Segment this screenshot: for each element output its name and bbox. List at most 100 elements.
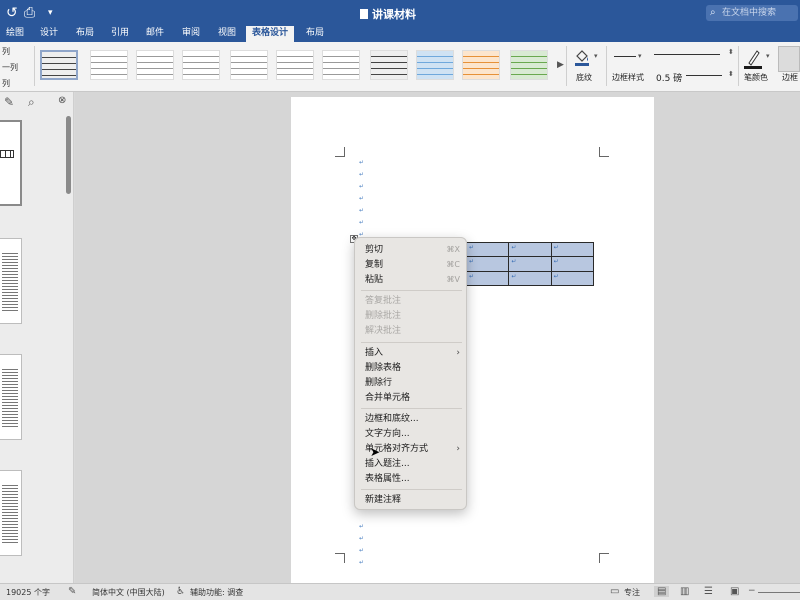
- focus-button[interactable]: 专注: [624, 587, 640, 598]
- ribbon: 列 一列 列 ▶ ▾ 底纹 ▾ 边框样式 ⬍ 0.5 磅 ⬍ ▾ 笔颜色 边框: [0, 42, 800, 92]
- menu-item-insert-caption[interactable]: 插入题注...: [355, 457, 468, 471]
- page-thumbnail[interactable]: [0, 470, 22, 556]
- pen-icon[interactable]: [746, 48, 760, 66]
- table-style-thumb[interactable]: [416, 50, 454, 80]
- table-row: ↵ ↵ ↵: [465, 256, 595, 272]
- page-thumbnail[interactable]: [0, 120, 22, 206]
- tab-view[interactable]: 视图: [212, 26, 242, 42]
- accessibility-status[interactable]: 辅助功能: 调查: [190, 587, 243, 598]
- table-style-thumb[interactable]: [182, 50, 220, 80]
- tab-table-layout[interactable]: 布局: [300, 26, 330, 42]
- table-row: ↵ ↵ ↵: [465, 241, 595, 258]
- close-icon[interactable]: ⊗: [58, 95, 66, 106]
- menu-item-insert[interactable]: 插入 ›: [355, 346, 468, 360]
- print-icon[interactable]: ⎙: [24, 5, 35, 21]
- document-table[interactable]: ↵ ↵ ↵ ↵ ↵ ↵ ↵ ↵ ↵: [465, 241, 595, 287]
- document-page[interactable]: ↵ ↵ ↵ ↵ ↵ ↵ ↵ ↵ ↵ ↵ ↵ ✥ ↵ ↵ ↵ ↵ ↵ ↵ ↵ ↵ …: [291, 97, 654, 583]
- menu-item-new-comment[interactable]: 新建注释: [355, 493, 468, 507]
- customize-toolbar-icon[interactable]: ▾: [48, 8, 53, 18]
- tab-references[interactable]: 引用: [105, 26, 135, 42]
- navigation-scrollbar[interactable]: [66, 116, 71, 194]
- border-style-label: 边框样式: [612, 73, 644, 82]
- table-cell[interactable]: ↵: [550, 241, 595, 258]
- read-mode-icon[interactable]: ▣: [730, 586, 739, 597]
- tab-review[interactable]: 审阅: [176, 26, 206, 42]
- proofing-icon[interactable]: ✎: [68, 586, 76, 597]
- table-cell[interactable]: ↵: [508, 270, 552, 287]
- page-thumbnail[interactable]: [0, 354, 22, 440]
- word-count[interactable]: 19025 个字: [6, 587, 50, 598]
- table-style-thumb[interactable]: [370, 50, 408, 80]
- paragraph-mark: ↵: [359, 547, 365, 554]
- banded-column-option[interactable]: 列: [2, 78, 10, 89]
- edit-icon[interactable]: ✎: [4, 95, 14, 109]
- table-style-thumb[interactable]: [510, 50, 548, 80]
- table-cell[interactable]: ↵: [508, 256, 552, 272]
- table-style-thumb[interactable]: [462, 50, 500, 80]
- menu-item-text-direction[interactable]: 文字方向...: [355, 427, 468, 441]
- pen-color-swatch[interactable]: [744, 66, 762, 69]
- web-layout-icon[interactable]: ▥: [680, 586, 689, 597]
- document-icon: [360, 9, 368, 19]
- table-style-thumb[interactable]: [40, 50, 78, 80]
- first-column-option[interactable]: 一列: [2, 62, 18, 73]
- more-styles-arrow-icon[interactable]: ▶: [557, 60, 564, 70]
- table-style-thumb[interactable]: [230, 50, 268, 80]
- line-style-sample[interactable]: [654, 54, 720, 55]
- menu-item-paste[interactable]: 粘贴 ⌘V: [355, 273, 468, 287]
- focus-icon[interactable]: ▭: [610, 586, 619, 597]
- print-layout-icon[interactable]: ▤: [654, 586, 670, 597]
- pen-color-label: 笔颜色: [744, 73, 768, 82]
- table-style-thumb[interactable]: [276, 50, 314, 80]
- header-row-option[interactable]: 列: [2, 46, 10, 57]
- zoom-slider[interactable]: [758, 592, 800, 593]
- table-style-thumb[interactable]: [90, 50, 128, 80]
- table-cell[interactable]: ↵: [465, 256, 510, 272]
- search-input[interactable]: ⌕ 在文档中搜索: [706, 5, 798, 21]
- border-style-sample[interactable]: [614, 56, 636, 57]
- table-cell[interactable]: ↵: [465, 241, 510, 258]
- language-status[interactable]: 简体中文 (中国大陆): [92, 587, 165, 598]
- line-style-dropdown-icon[interactable]: ⬍: [728, 48, 734, 56]
- borders-button[interactable]: [778, 46, 800, 72]
- tab-draw[interactable]: 绘图: [0, 26, 30, 42]
- undo-icon[interactable]: ↺: [6, 5, 18, 21]
- menu-item-borders-shading[interactable]: 边框和底纹...: [355, 412, 468, 426]
- table-cell[interactable]: ↵: [550, 256, 595, 272]
- margin-corner-mark: [335, 553, 345, 563]
- accessibility-icon[interactable]: ♿: [176, 586, 185, 597]
- table-cell[interactable]: ↵: [550, 270, 595, 287]
- tab-design[interactable]: 设计: [34, 26, 64, 42]
- ribbon-separator: [606, 46, 607, 86]
- mouse-pointer-icon: ➤: [370, 445, 381, 459]
- table-style-thumb[interactable]: [322, 50, 360, 80]
- zoom-out-icon[interactable]: −: [748, 586, 756, 596]
- outline-view-icon[interactable]: ☰: [704, 586, 713, 597]
- menu-item-delete-comment: 删除批注: [365, 311, 402, 321]
- menu-item-cut[interactable]: 剪切 ⌘X: [355, 243, 468, 257]
- shading-label: 底纹: [576, 73, 592, 82]
- border-style-dropdown-icon[interactable]: ▾: [638, 52, 642, 60]
- line-width-value[interactable]: 0.5 磅: [656, 71, 682, 84]
- shading-dropdown-icon[interactable]: ▾: [594, 52, 598, 60]
- tab-table-design[interactable]: 表格设计: [246, 26, 295, 42]
- table-style-thumb[interactable]: [136, 50, 174, 80]
- table-cell[interactable]: ↵: [465, 270, 510, 287]
- menu-item-table-properties[interactable]: 表格属性...: [355, 472, 468, 486]
- paragraph-mark: ↵: [359, 559, 365, 566]
- menu-item-merge-cells[interactable]: 合并单元格: [355, 391, 468, 405]
- menu-item-delete-table[interactable]: 删除表格: [355, 361, 468, 375]
- table-cell[interactable]: ↵: [508, 241, 552, 258]
- line-width-dropdown-icon[interactable]: ⬍: [728, 70, 734, 78]
- pen-color-dropdown-icon[interactable]: ▾: [766, 52, 770, 60]
- paint-bucket-icon[interactable]: [574, 48, 590, 66]
- search-icon: ⌕: [710, 7, 716, 18]
- menu-item-copy[interactable]: 复制 ⌘C: [355, 258, 468, 272]
- menu-item-delete-rows[interactable]: 删除行: [355, 376, 468, 390]
- search-icon[interactable]: ⌕: [28, 95, 35, 110]
- ribbon-separator: [566, 46, 567, 86]
- tab-mailings[interactable]: 邮件: [140, 26, 170, 42]
- tab-layout[interactable]: 布局: [70, 26, 100, 42]
- page-thumbnail[interactable]: [0, 238, 22, 324]
- shortcut-hint: ⌘V: [446, 275, 460, 284]
